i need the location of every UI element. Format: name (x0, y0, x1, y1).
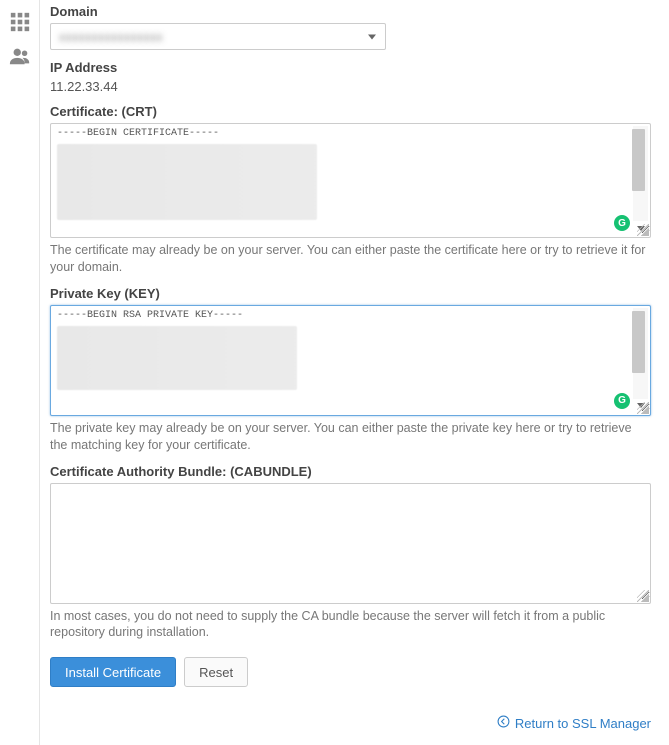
sidebar (0, 0, 40, 745)
domain-select[interactable]: xxxxxxxxxxxxxxxx (50, 23, 386, 50)
main-content: Domain xxxxxxxxxxxxxxxx IP Address 11.22… (40, 0, 669, 745)
scrollbar-thumb[interactable] (632, 129, 645, 191)
scrollbar-thumb[interactable] (632, 311, 645, 373)
domain-label: Domain (50, 4, 651, 19)
crt-textarea-wrap (50, 123, 651, 238)
crt-label: Certificate: (CRT) (50, 104, 651, 119)
cabundle-field: Certificate Authority Bundle: (CABUNDLE)… (50, 464, 651, 642)
cabundle-textarea-wrap (50, 483, 651, 604)
resize-handle[interactable] (637, 590, 649, 602)
users-icon (9, 45, 31, 70)
reset-button[interactable]: Reset (184, 657, 248, 687)
cabundle-label: Certificate Authority Bundle: (CABUNDLE) (50, 464, 651, 479)
key-label: Private Key (KEY) (50, 286, 651, 301)
install-certificate-button[interactable]: Install Certificate (50, 657, 176, 687)
ip-label: IP Address (50, 60, 651, 75)
ip-field: IP Address 11.22.33.44 (50, 60, 651, 94)
cabundle-help: In most cases, you do not need to supply… (50, 608, 651, 642)
domain-field: Domain xxxxxxxxxxxxxxxx (50, 4, 651, 50)
crt-redacted-content (57, 144, 317, 220)
key-field: Private Key (KEY) The private key may al… (50, 286, 651, 454)
grammarly-icon (614, 215, 630, 231)
resize-handle[interactable] (637, 224, 649, 236)
scrollbar[interactable] (633, 126, 648, 221)
crt-help: The certificate may already be on your s… (50, 242, 651, 276)
return-link-label: Return to SSL Manager (515, 716, 651, 731)
return-to-ssl-manager-link[interactable]: Return to SSL Manager (497, 715, 651, 731)
sidebar-item-users[interactable] (0, 40, 40, 74)
grammarly-icon (614, 393, 630, 409)
key-help: The private key may already be on your s… (50, 420, 651, 454)
key-redacted-content (57, 326, 297, 390)
crt-field: Certificate: (CRT) The certificate may a… (50, 104, 651, 276)
button-row: Install Certificate Reset (50, 657, 651, 687)
domain-selected-value: xxxxxxxxxxxxxxxx (59, 30, 163, 44)
sidebar-item-apps[interactable] (0, 6, 40, 40)
return-link-row: Return to SSL Manager (50, 715, 651, 731)
apps-icon (9, 11, 31, 36)
arrow-left-circle-icon (497, 715, 510, 731)
scrollbar[interactable] (633, 308, 648, 399)
resize-handle[interactable] (637, 402, 649, 414)
key-textarea-wrap (50, 305, 651, 416)
page-layout: Domain xxxxxxxxxxxxxxxx IP Address 11.22… (0, 0, 669, 745)
ip-value: 11.22.33.44 (50, 79, 651, 94)
cabundle-textarea[interactable] (51, 484, 650, 600)
